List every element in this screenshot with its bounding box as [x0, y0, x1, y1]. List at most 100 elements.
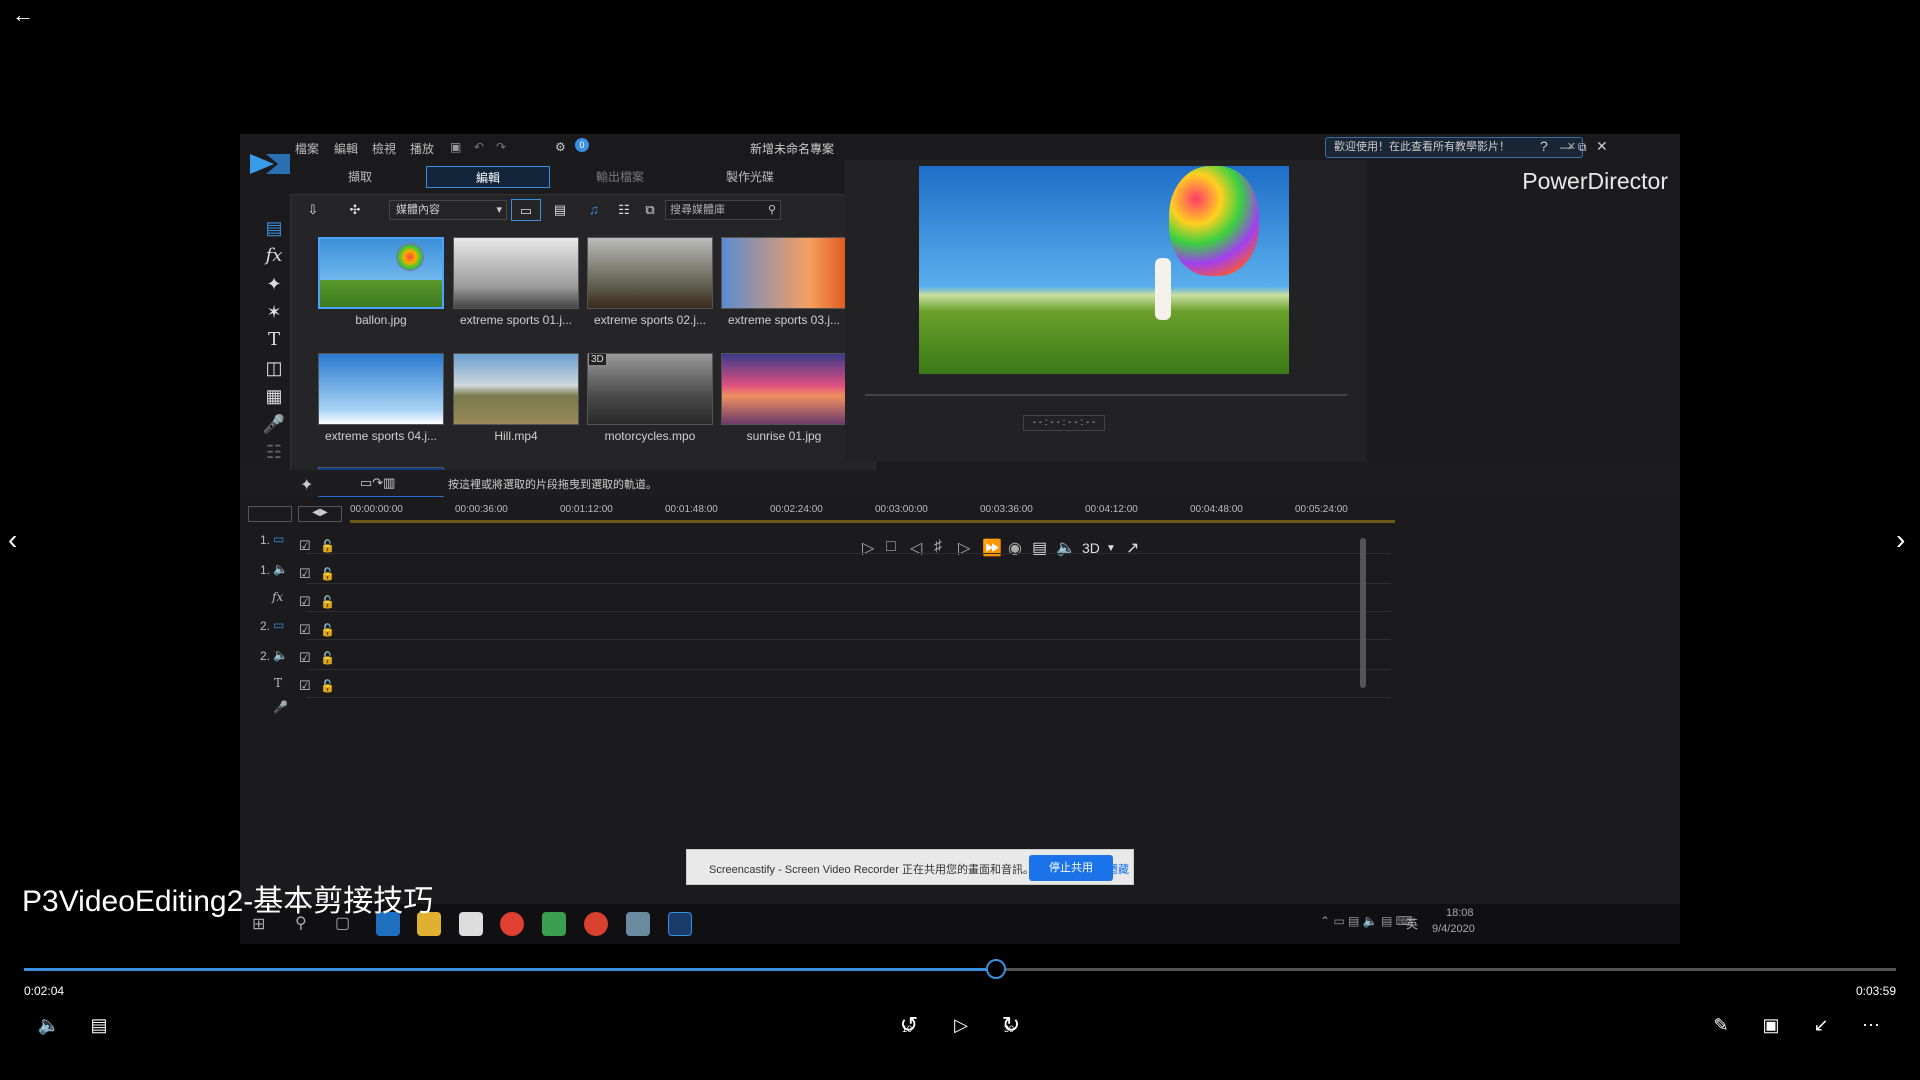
menu-view[interactable]: 檢視 — [372, 140, 396, 157]
video-track-icon: ▭ — [273, 532, 285, 546]
undo-icon[interactable]: ↶ — [474, 140, 484, 154]
redo-icon[interactable]: ↷ — [496, 140, 506, 154]
timeline-view-icon[interactable] — [248, 506, 292, 522]
track-number: 2. — [260, 619, 271, 633]
timeline-track[interactable] — [306, 642, 1391, 670]
tray-icons[interactable]: ⌃ ▭ ▤ 🔈 ▤ ⌨ — [1320, 914, 1413, 928]
expand-icon[interactable]: ⧉ — [637, 199, 663, 221]
effects-fx-icon[interactable]: fx — [262, 244, 286, 268]
skip-forward-30-button[interactable]: ↻ 30 — [994, 1008, 1028, 1042]
restore-icon[interactable]: ⧉ — [1578, 140, 1587, 155]
help-icon[interactable]: ? — [1540, 138, 1548, 154]
chrome-profile-icon[interactable] — [584, 912, 608, 936]
grid-view-icon[interactable]: ☷ — [611, 199, 637, 221]
media-thumb-sunrise[interactable] — [721, 353, 847, 425]
preview-panel: - - : - - : - - : - - — [845, 160, 1367, 462]
menu-play[interactable]: 播放 — [410, 140, 434, 157]
seek-bar-thumb[interactable] — [985, 959, 1006, 979]
magic-wand-icon[interactable]: ✦ — [300, 475, 313, 495]
captions-icon[interactable]: ▤ — [82, 1008, 116, 1042]
minimize-icon[interactable]: — — [1560, 140, 1572, 154]
title-text-icon[interactable]: T — [262, 328, 286, 352]
fit-timeline-icon[interactable]: ◀▶ — [298, 506, 342, 522]
exit-fullscreen-icon[interactable]: ↙ — [1804, 1008, 1838, 1042]
tab-edit[interactable]: 編輯 — [426, 166, 550, 188]
ruler-tick: 00:02:24:00 — [770, 504, 823, 515]
woman-figure — [1155, 258, 1171, 320]
ruler-tick: 00:04:48:00 — [1190, 504, 1243, 515]
track-enable-checkboxes[interactable]: ☑ ☑ ☑ ☑ ☑ ☑ — [299, 532, 319, 732]
hide-share-bar-link[interactable]: 隱藏 — [1107, 861, 1129, 877]
media-thumb-extreme-sports-03[interactable] — [721, 237, 847, 309]
import-media-icon[interactable]: ⇩ — [293, 199, 333, 221]
preview-scrub-bar[interactable] — [865, 394, 1347, 396]
media-caption: extreme sports 04.j... — [324, 429, 438, 443]
next-video-icon[interactable]: › — [1896, 524, 1905, 556]
timecode-field[interactable]: - - : - - : - - : - - — [1023, 415, 1105, 431]
library-filter-dropdown[interactable]: 媒體內容 ▾ — [389, 200, 507, 220]
media-thumb-ballon[interactable] — [318, 237, 444, 309]
timeline-track[interactable] — [306, 556, 1391, 584]
media-search-input[interactable]: 搜尋媒體庫 ⚲ — [665, 200, 781, 220]
search-icon[interactable]: ⚲ — [768, 201, 776, 219]
save-icon[interactable]: ▣ — [450, 140, 461, 154]
media-thumb-extreme-sports-02[interactable] — [587, 237, 713, 309]
audio-mixing-icon[interactable]: ▦ — [262, 384, 286, 408]
media-thumb-extreme-sports-04[interactable] — [318, 353, 444, 425]
upgrade-badge-icon[interactable]: 0 — [575, 138, 589, 152]
track-header-audio-1: 1. 🔈 — [240, 556, 306, 584]
timeline-track[interactable] — [306, 670, 1391, 698]
media-room-icon[interactable]: ▤ — [262, 216, 286, 240]
mini-view-icon[interactable]: ▣ — [1754, 1008, 1788, 1042]
stop-sharing-button[interactable]: 停止共用 — [1029, 855, 1113, 881]
preview-video[interactable] — [919, 166, 1289, 374]
volume-icon[interactable]: 🔈 — [32, 1008, 66, 1042]
seek-bar[interactable] — [24, 959, 1896, 979]
microphone-icon[interactable]: 🎤 — [262, 412, 286, 436]
particle-icon[interactable]: ✶ — [262, 300, 286, 324]
chapter-icon[interactable]: ☷ — [262, 440, 286, 464]
media-thumb-motorcycles[interactable]: 3D — [587, 353, 713, 425]
transition-icon[interactable]: ◫ — [262, 356, 286, 380]
track-lock-icons[interactable]: 🔓 🔓 🔓 🔓 🔓 🔓 — [320, 532, 340, 732]
clock-time: 18:08 — [1446, 907, 1474, 919]
audio-filter-icon[interactable]: ♫ — [579, 199, 609, 221]
timeline-track[interactable] — [306, 526, 1391, 554]
powerdirector-taskbar-icon[interactable] — [668, 912, 692, 936]
close-window-icon[interactable]: ✕ — [1596, 138, 1608, 155]
chevron-down-icon: ▾ — [496, 204, 502, 216]
media-caption: ballon.jpg — [355, 313, 407, 327]
insert-mode-icon[interactable]: ▭↷▥ — [360, 475, 395, 491]
audio-track-icon: 🔈 — [273, 648, 288, 662]
edit-pencil-icon[interactable]: ✎ — [1704, 1008, 1738, 1042]
plugins-icon[interactable]: ✣ — [335, 199, 375, 221]
more-options-icon[interactable]: ⋯ — [1854, 1008, 1888, 1042]
pip-objects-icon[interactable]: ✦ — [262, 272, 286, 296]
media-thumb-extreme-sports-01[interactable] — [453, 237, 579, 309]
back-arrow-icon[interactable]: ← — [12, 2, 34, 28]
media-thumb-hill[interactable] — [453, 353, 579, 425]
settings-gear-icon[interactable]: ⚙ — [555, 140, 566, 154]
skip-back-10-button[interactable]: ↺ 10 — [892, 1008, 926, 1042]
timeline-scrollbar[interactable] — [1360, 538, 1366, 688]
tab-create-disc[interactable]: 製作光碟 — [700, 166, 800, 188]
ruler-tick: 00:04:12:00 — [1085, 504, 1138, 515]
share-bar-text: Screencastify - Screen Video Recorder 正在… — [709, 864, 1034, 876]
video-filter-icon[interactable]: ▭ — [511, 199, 541, 221]
tab-capture[interactable]: 擷取 — [310, 166, 410, 188]
timeline-track[interactable] — [306, 584, 1391, 612]
menu-edit[interactable]: 編輯 — [334, 140, 358, 157]
tab-produce[interactable]: 輸出檔案 — [570, 166, 670, 188]
play-button[interactable]: ▷ — [944, 1008, 978, 1042]
timeline-ruler-bar[interactable] — [350, 520, 1395, 523]
store-icon[interactable] — [459, 912, 483, 936]
app-icon[interactable] — [542, 912, 566, 936]
current-time: 0:02:04 — [24, 984, 65, 998]
menu-file[interactable]: 檔案 — [295, 140, 319, 157]
ime-indicator[interactable]: 英 — [1406, 915, 1418, 932]
app-icon[interactable] — [626, 912, 650, 936]
previous-video-icon[interactable]: ‹ — [8, 524, 17, 556]
image-filter-icon[interactable]: ▤ — [545, 199, 575, 221]
timeline-track[interactable] — [306, 612, 1391, 640]
chrome-icon[interactable] — [500, 912, 524, 936]
